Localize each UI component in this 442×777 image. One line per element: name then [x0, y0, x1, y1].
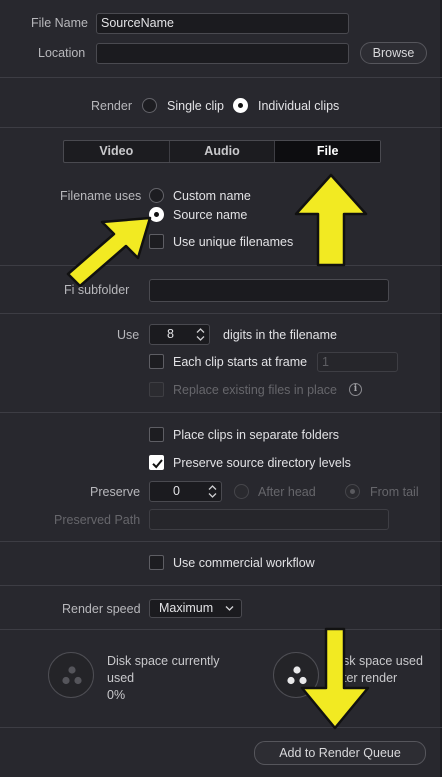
- location-label: Location: [38, 46, 86, 60]
- commercial-workflow-checkbox[interactable]: [149, 555, 164, 570]
- yellow-arrow-up-to-file-tab-icon: [294, 173, 368, 267]
- file-name-input[interactable]: SourceName: [96, 13, 349, 34]
- info-icon[interactable]: i: [349, 383, 362, 396]
- individual-clips-label: Individual clips: [258, 99, 340, 113]
- file-subfolder-input[interactable]: [149, 279, 389, 302]
- individual-clips-radio[interactable]: [233, 98, 248, 113]
- separate-folders-label: Place clips in separate folders: [173, 428, 340, 442]
- disk-current-value: 0%: [107, 688, 126, 702]
- custom-name-label: Custom name: [173, 189, 251, 203]
- each-clip-label: Each clip starts at frame: [173, 355, 308, 369]
- divider: [0, 541, 442, 542]
- source-name-label: Source name: [173, 208, 248, 222]
- divider: [0, 77, 442, 78]
- stepper-arrows-icon: [196, 328, 205, 341]
- render-label: Render: [91, 99, 132, 113]
- separate-folders-checkbox[interactable]: [149, 427, 164, 442]
- after-head-radio[interactable]: [234, 484, 249, 499]
- render-speed-value: Maximum: [159, 601, 214, 615]
- preserve-levels-label: Preserve source directory levels: [173, 456, 351, 470]
- preserve-stepper[interactable]: 0: [149, 481, 222, 502]
- browse-button[interactable]: Browse: [360, 42, 427, 64]
- tab-video[interactable]: Video: [64, 141, 170, 162]
- tab-file[interactable]: File: [275, 141, 381, 162]
- preserved-path-input[interactable]: [149, 509, 389, 530]
- render-speed-dropdown[interactable]: Maximum: [149, 599, 242, 618]
- divider: [0, 585, 442, 586]
- preserve-label: Preserve: [90, 485, 141, 499]
- disk-usage-icon: [48, 652, 94, 698]
- disk-current-label-line1: Disk space currently: [107, 654, 220, 668]
- each-clip-checkbox[interactable]: [149, 354, 164, 369]
- filename-uses-label: Filename uses: [60, 189, 142, 203]
- start-frame-input[interactable]: 1: [317, 352, 398, 372]
- single-clip-label: Single clip: [167, 99, 224, 113]
- after-head-label: After head: [258, 485, 316, 499]
- digits-stepper[interactable]: 8: [149, 324, 210, 345]
- divider: [0, 313, 442, 314]
- disk-current-label-line2: used: [107, 671, 135, 685]
- render-speed-label: Render speed: [62, 602, 141, 616]
- stepper-arrows-icon: [208, 485, 217, 498]
- custom-name-radio[interactable]: [149, 188, 164, 203]
- use-label: Use: [117, 328, 140, 342]
- replace-files-checkbox[interactable]: [149, 382, 164, 397]
- from-tail-label: From tail: [370, 485, 419, 499]
- digits-value: 8: [167, 327, 174, 341]
- unique-filenames-label: Use unique filenames: [173, 235, 294, 249]
- replace-files-label: Replace existing files in place: [173, 383, 337, 397]
- preserve-value: 0: [173, 484, 180, 498]
- checkmark-icon: [152, 459, 163, 469]
- divider: [0, 412, 442, 413]
- settings-tabs: Video Audio File: [63, 140, 381, 163]
- digits-suffix: digits in the filename: [223, 328, 337, 342]
- commercial-workflow-label: Use commercial workflow: [173, 556, 315, 570]
- yellow-arrow-down-to-render-queue-icon: [300, 627, 370, 730]
- tab-audio[interactable]: Audio: [170, 141, 276, 162]
- preserve-levels-checkbox[interactable]: [149, 455, 164, 470]
- preserved-path-label: Preserved Path: [54, 513, 141, 527]
- file-name-label: File Name: [31, 16, 88, 30]
- from-tail-radio[interactable]: [345, 484, 360, 499]
- add-to-render-queue-button[interactable]: Add to Render Queue: [254, 741, 426, 765]
- single-clip-radio[interactable]: [142, 98, 157, 113]
- location-input[interactable]: [96, 43, 349, 64]
- divider: [0, 127, 442, 128]
- yellow-arrow-to-source-name-icon: [66, 216, 152, 288]
- chevron-down-icon: [225, 606, 234, 611]
